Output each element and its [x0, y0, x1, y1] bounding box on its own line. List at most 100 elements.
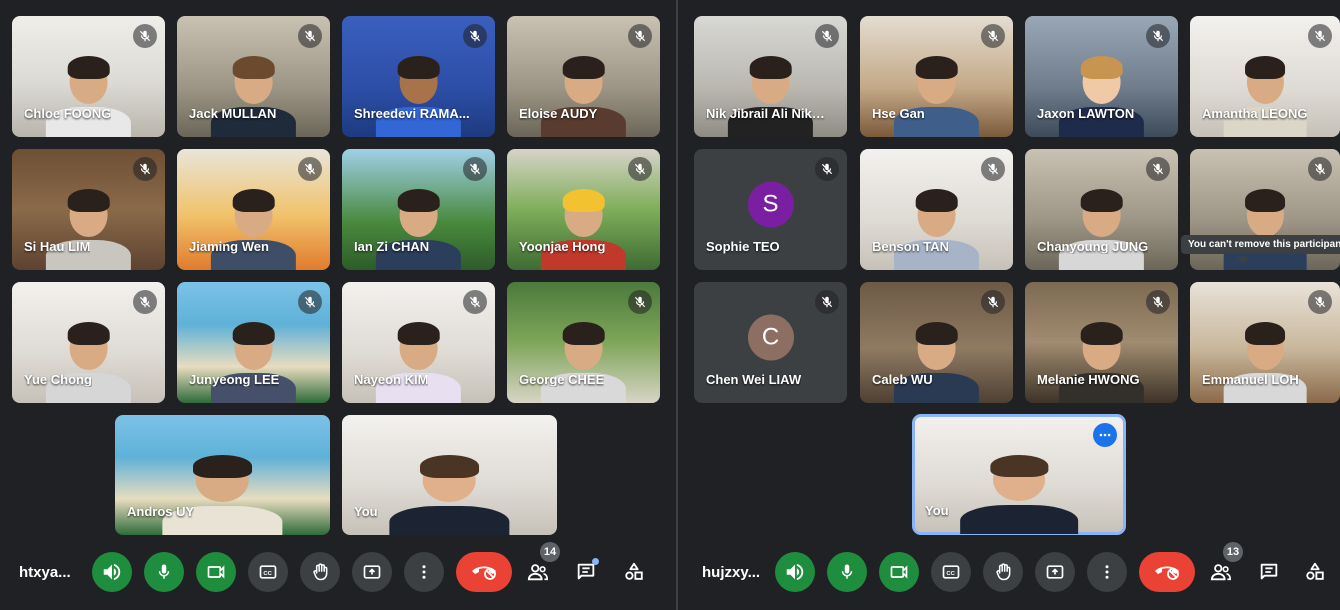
mic-off-icon — [815, 157, 839, 181]
participant-tile[interactable]: Nik Jibrail Ali Nik ... — [694, 16, 847, 137]
participant-video — [1219, 319, 1312, 403]
participant-name: Melanie HWONG — [1037, 372, 1140, 387]
participant-video — [41, 319, 136, 403]
participant-count-badge: 13 — [1223, 542, 1243, 562]
participant-tile[interactable]: Jaxon LAWTON — [1025, 16, 1178, 137]
self-view-tile[interactable]: You — [912, 414, 1126, 535]
participant-name: Jaxon LAWTON — [1037, 106, 1135, 121]
participant-tile[interactable]: Emmanuel LOH — [1190, 282, 1340, 403]
participant-name: Yue Chong — [24, 372, 92, 387]
raise-hand-icon — [310, 562, 330, 582]
camera-button[interactable] — [879, 552, 919, 592]
self-video — [953, 451, 1084, 534]
mic-off-icon — [815, 290, 839, 314]
participant-video — [206, 53, 301, 137]
raise-hand-button[interactable] — [983, 552, 1023, 592]
participant-name: Nik Jibrail Ali Nik ... — [706, 106, 826, 121]
camera-icon — [206, 562, 226, 582]
mic-off-icon — [1146, 290, 1170, 314]
mic-off-icon — [298, 24, 322, 48]
more-options-button[interactable] — [404, 552, 444, 592]
activities-button[interactable] — [614, 552, 654, 592]
participant-tile[interactable]: Andros UY — [115, 415, 330, 535]
mic-off-icon — [628, 157, 652, 181]
participant-tile[interactable]: Junyeong LEE — [177, 282, 330, 403]
participant-tile[interactable]: Eloise AUDY — [507, 16, 660, 137]
mic-off-icon — [463, 157, 487, 181]
participant-video — [889, 319, 984, 403]
more-options-button[interactable] — [1087, 552, 1127, 592]
participant-name: Shreedevi RAMA... — [354, 106, 470, 121]
leave-call-button[interactable] — [1139, 552, 1195, 592]
participant-name: Si Hau LIM — [24, 239, 91, 254]
participant-video — [723, 53, 818, 137]
chat-icon — [1258, 561, 1280, 583]
self-video — [383, 451, 516, 535]
mic-off-icon — [1146, 157, 1170, 181]
meeting-code: hujzxy... — [702, 564, 761, 581]
participant-tile[interactable]: C Chen Wei LIAW — [694, 282, 847, 403]
mic-off-icon — [1146, 24, 1170, 48]
speaker-button[interactable] — [775, 552, 815, 592]
speaker-button[interactable] — [92, 552, 132, 592]
participant-video — [206, 319, 301, 403]
participant-tile[interactable]: Yue Chong — [12, 282, 165, 403]
participant-tile[interactable]: S Sophie TEO — [694, 149, 847, 270]
participant-tile[interactable]: Melanie HWONG — [1025, 282, 1178, 403]
mic-off-icon — [298, 290, 322, 314]
present-button[interactable] — [352, 552, 392, 592]
chat-button[interactable] — [1249, 552, 1289, 592]
participant-name: You — [354, 504, 378, 519]
unread-indicator — [592, 558, 599, 565]
mic-button[interactable] — [144, 552, 184, 592]
participant-tile[interactable]: Shreedevi RAMA... — [342, 16, 495, 137]
svg-text:CC: CC — [946, 571, 955, 577]
participant-tile[interactable]: Yoonjae Hong — [507, 149, 660, 270]
participant-video — [41, 53, 136, 137]
participant-tile[interactable]: Hse Gan — [860, 16, 1013, 137]
participant-name: You — [925, 503, 949, 518]
people-button[interactable]: 13 — [1201, 542, 1243, 592]
participant-video — [1219, 53, 1312, 137]
self-view-tile[interactable]: You — [342, 415, 557, 535]
participant-tile[interactable]: George CHEE — [507, 282, 660, 403]
participant-tile[interactable]: Si Hau LIM — [12, 149, 165, 270]
mic-off-icon — [463, 24, 487, 48]
participant-tile[interactable]: Amantha LEONG — [1190, 16, 1340, 137]
participant-tile[interactable]: Chanyoung JUNG — [1025, 149, 1178, 270]
captions-button[interactable]: CC — [931, 552, 971, 592]
raise-hand-button[interactable] — [300, 552, 340, 592]
activities-icon — [1304, 561, 1326, 583]
more-horiz-icon[interactable] — [1093, 423, 1117, 447]
participant-tile[interactable]: Nayeon KIM — [342, 282, 495, 403]
participant-name: Benson TAN — [872, 239, 950, 254]
tooltip-arrow — [1236, 257, 1250, 264]
participant-name: Yoonjae Hong — [519, 239, 606, 254]
participant-tile[interactable]: Caleb WU — [860, 282, 1013, 403]
people-button[interactable]: 14 — [518, 542, 560, 592]
camera-button[interactable] — [196, 552, 236, 592]
participant-count-badge: 14 — [540, 542, 560, 562]
people-icon — [527, 561, 549, 583]
participant-tile[interactable]: Chloe FOONG — [12, 16, 165, 137]
leave-call-button[interactable] — [456, 552, 512, 592]
present-button[interactable] — [1035, 552, 1075, 592]
mic-off-icon — [133, 24, 157, 48]
participant-tile[interactable]: Jack MULLAN — [177, 16, 330, 137]
participant-tile[interactable]: Ian Zi CHAN — [342, 149, 495, 270]
participant-tile[interactable]: Benson TAN — [860, 149, 1013, 270]
activities-button[interactable] — [1295, 552, 1335, 592]
participant-video — [889, 186, 984, 270]
mic-button[interactable] — [827, 552, 867, 592]
camera-icon — [889, 562, 909, 582]
mic-off-icon — [628, 290, 652, 314]
captions-button[interactable]: CC — [248, 552, 288, 592]
mic-off-icon — [1308, 24, 1332, 48]
volume-icon — [784, 561, 806, 583]
leave-call-icon — [470, 562, 498, 582]
more-vert-icon — [1098, 563, 1116, 581]
chat-button[interactable] — [566, 552, 606, 592]
participant-video — [1054, 319, 1149, 403]
participant-tile[interactable]: Jiaming Wen — [177, 149, 330, 270]
volume-icon — [101, 561, 123, 583]
